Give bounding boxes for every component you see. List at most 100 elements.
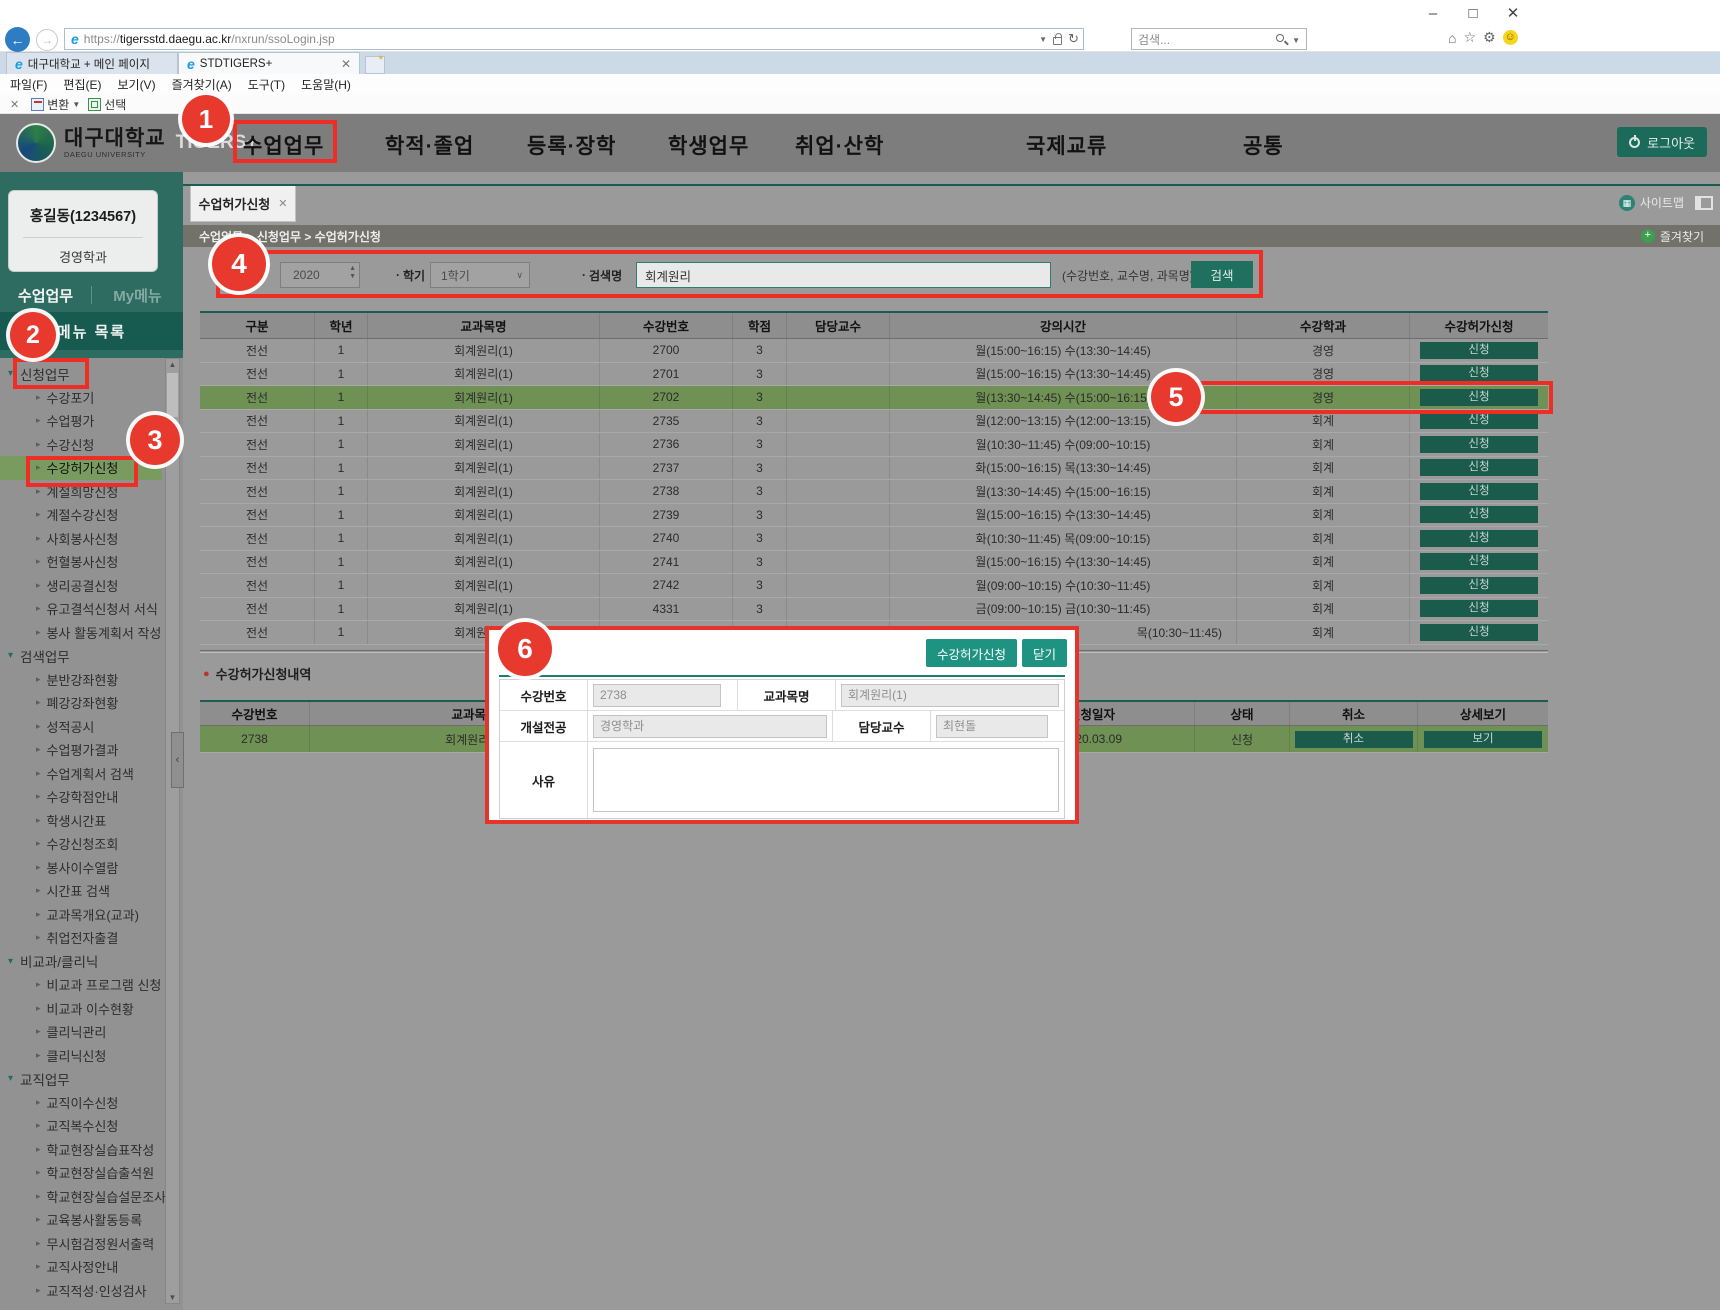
tree-item[interactable]: ▸교직복수신청	[0, 1114, 183, 1138]
settings-gear-icon[interactable]: ⚙	[1483, 29, 1496, 46]
tree-item[interactable]: ▸교직이수신청	[0, 1091, 183, 1115]
course-row[interactable]: 전선1회계원리(1)27353월(12:00~13:15) 수(12:00~13…	[200, 410, 1548, 434]
apply-button[interactable]: 신청	[1420, 506, 1538, 523]
course-row[interactable]: 전선1회계원리(1)27013월(15:00~16:15) 수(13:30~14…	[200, 363, 1548, 387]
nav-item-1[interactable]: 수업업무	[243, 130, 324, 160]
search-button[interactable]: 검색	[1191, 261, 1253, 288]
nav-item-5[interactable]: 취업·산학	[795, 130, 884, 160]
back-button[interactable]: ←	[5, 27, 30, 52]
tree-section[interactable]: ▾검색업무	[0, 644, 183, 668]
tree-item[interactable]: ▸학교현장실습표작성	[0, 1138, 183, 1162]
close-button[interactable]: ✕	[1500, 4, 1526, 22]
dialog-close-button[interactable]: 닫기	[1022, 639, 1067, 667]
apply-button[interactable]: 신청	[1420, 553, 1538, 570]
course-row[interactable]: 전선1회계원리(1)43313금(09:00~10:15) 금(10:30~11…	[200, 598, 1548, 622]
tree-item[interactable]: ▸봉사 활동계획서 작성	[0, 621, 183, 645]
reason-textarea[interactable]	[593, 748, 1059, 812]
browser-menu-item[interactable]: 편집(E)	[63, 76, 101, 93]
add-favorites-link[interactable]: + 즐겨찾기	[1641, 228, 1704, 245]
sidebar-scrollbar[interactable]: ▲ ▼	[165, 358, 180, 1304]
tree-item[interactable]: ▸교육봉사활동등록	[0, 1208, 183, 1232]
tree-item[interactable]: ▸분반강좌현황	[0, 668, 183, 692]
tree-item[interactable]: ▸학교현장실습설문조사	[0, 1185, 183, 1209]
course-name-field[interactable]: 회계원리(1)	[841, 684, 1059, 707]
course-no-field[interactable]: 2738	[593, 684, 721, 707]
tree-item[interactable]: ▸계절수강신청	[0, 503, 183, 527]
browser-menu-item[interactable]: 보기(V)	[117, 76, 155, 93]
browser-search-input[interactable]: 검색... ▼	[1131, 28, 1307, 50]
layout-toggle-icon[interactable]	[1695, 196, 1713, 210]
apply-button[interactable]: 신청	[1420, 436, 1538, 453]
url-dropdown-icon[interactable]: ▼	[1039, 35, 1047, 44]
tree-item[interactable]: ▸비교과 이수현황	[0, 997, 183, 1021]
tree-item[interactable]: ▸계절희망신청	[0, 480, 183, 504]
apply-button[interactable]: 신청	[1420, 342, 1538, 359]
apply-button[interactable]: 신청	[1420, 412, 1538, 429]
nav-item-3[interactable]: 등록·장학	[527, 130, 616, 160]
course-row[interactable]: 전선1회계원리(1)27003월(15:00~16:15) 수(13:30~14…	[200, 339, 1548, 363]
keyword-input[interactable]	[636, 262, 1051, 288]
browser-menu-item[interactable]: 도구(T)	[248, 76, 285, 93]
scroll-down-icon[interactable]: ▼	[166, 1293, 179, 1302]
detail-button[interactable]: 보기	[1424, 731, 1542, 748]
scrollbar-thumb[interactable]	[167, 373, 178, 417]
forward-button[interactable]: →	[36, 29, 58, 51]
tree-section[interactable]: ▾교직업무	[0, 1067, 183, 1091]
course-row[interactable]: 전선1회계원리(1)27373화(15:00~16:15) 목(13:30~14…	[200, 457, 1548, 481]
toolbar-close-icon[interactable]: ✕	[10, 98, 19, 111]
sidebar-collapse-handle[interactable]: ‹	[171, 732, 184, 788]
url-field[interactable]: e https://tigersstd.daegu.ac.kr/nxrun/ss…	[64, 28, 1084, 50]
tree-item[interactable]: ▸시간표 검색	[0, 879, 183, 903]
smiley-feedback-icon[interactable]: ☺	[1503, 30, 1518, 45]
apply-button[interactable]: 신청	[1420, 577, 1538, 594]
apply-button[interactable]: 신청	[1420, 530, 1538, 547]
course-row[interactable]: 전선1회계원리(1)27363월(10:30~11:45) 수(09:00~10…	[200, 433, 1548, 457]
tree-item[interactable]: ▸교직적성·인성검사	[0, 1279, 183, 1303]
browser-tab-2[interactable]: e STDTIGERS+ ✕	[178, 52, 360, 74]
tree-item[interactable]: ▸무시험검정원서출력	[0, 1232, 183, 1256]
browser-menu-item[interactable]: 파일(F)	[10, 76, 47, 93]
apply-button[interactable]: 신청	[1420, 600, 1538, 617]
tree-item[interactable]: ▸수업계획서 검색	[0, 762, 183, 786]
browser-menu-item[interactable]: 도움말(H)	[301, 76, 351, 93]
tree-item[interactable]: ▸수강포기	[0, 386, 183, 410]
tree-item[interactable]: ▸학생시간표	[0, 809, 183, 833]
apply-button[interactable]: 신청	[1420, 389, 1538, 406]
browser-tab-1[interactable]: e 대구대학교 + 메인 페이지	[6, 52, 178, 74]
new-tab-button[interactable]	[365, 56, 385, 74]
tree-item[interactable]: ▸취업전자출결	[0, 926, 183, 950]
tab-close-icon[interactable]: ✕	[341, 57, 351, 71]
course-row[interactable]: 전선1회계원리(1)27403화(10:30~11:45) 목(09:00~10…	[200, 527, 1548, 551]
refresh-icon[interactable]: ↻	[1068, 31, 1079, 47]
major-field[interactable]: 경영학과	[593, 715, 827, 738]
logout-button[interactable]: 로그아웃	[1617, 127, 1707, 157]
sidebar-tab-lessons[interactable]: 수업업무	[0, 285, 91, 306]
maximize-button[interactable]: □	[1460, 5, 1486, 22]
sitemap-link[interactable]: ▦ 사이트맵	[1619, 194, 1684, 211]
select-command[interactable]: 선택	[88, 96, 126, 113]
tree-section[interactable]: ▾비교과/클리닉	[0, 950, 183, 974]
tree-item[interactable]: ▸폐강강좌현황	[0, 691, 183, 715]
course-row[interactable]: 전선1회계원리(1)27393월(15:00~16:15) 수(13:30~14…	[200, 504, 1548, 528]
page-tab[interactable]: 수업허가신청 ✕	[190, 186, 296, 222]
tree-section[interactable]: ▾신청업무	[0, 362, 183, 386]
nav-item-7[interactable]: 공통	[1243, 130, 1284, 160]
tree-item[interactable]: ▸클리닉신청	[0, 1044, 183, 1068]
scroll-up-icon[interactable]: ▲	[166, 360, 179, 369]
tree-item[interactable]: ▸사회봉사신청	[0, 527, 183, 551]
tree-item[interactable]: ▸생리공결신청	[0, 574, 183, 598]
tree-item[interactable]: ▸교직사정안내	[0, 1255, 183, 1279]
year-stepper[interactable]: 2020 ▲▼	[280, 262, 360, 288]
nav-item-4[interactable]: 학생업무	[668, 130, 749, 160]
apply-button[interactable]: 신청	[1420, 459, 1538, 476]
tree-item[interactable]: ▸수강신청조회	[0, 832, 183, 856]
tree-item[interactable]: ▸비교과 프로그램 신청	[0, 973, 183, 997]
browser-menu-item[interactable]: 즐겨찾기(A)	[172, 76, 232, 93]
stepper-arrows-icon[interactable]: ▲▼	[349, 265, 356, 282]
apply-button[interactable]: 신청	[1420, 624, 1538, 641]
minimize-button[interactable]: –	[1420, 5, 1446, 22]
course-row[interactable]: 전선1회계원리(1)27383월(13:30~14:45) 수(15:00~16…	[200, 480, 1548, 504]
tree-item[interactable]: ▸봉사이수열람	[0, 856, 183, 880]
tree-item[interactable]: ▸헌혈봉사신청	[0, 550, 183, 574]
sidebar-tab-mymenu[interactable]: My메뉴	[92, 285, 183, 306]
